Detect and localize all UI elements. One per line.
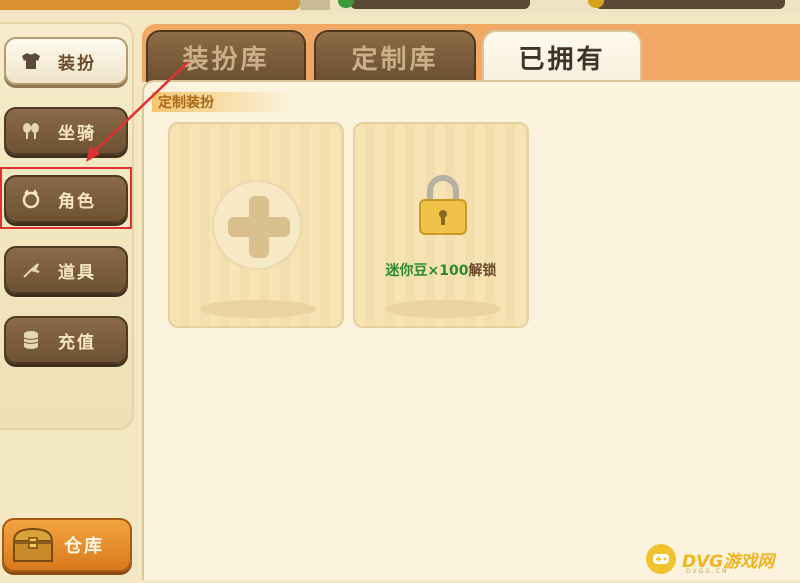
- site-watermark: DVG游戏网 DVGG.CN: [646, 540, 796, 578]
- treasure-chest-icon: [12, 527, 54, 562]
- sidebar-item-props[interactable]: 道具: [4, 246, 128, 294]
- tab-label: 装扮库: [182, 44, 270, 75]
- locked-slot-card[interactable]: 迷你豆×100解锁: [353, 122, 529, 328]
- sidebar-item-outfit[interactable]: 装扮: [4, 37, 128, 85]
- resource-slot-gold[interactable]: [595, 0, 785, 9]
- gamepad-icon: [646, 544, 676, 574]
- unlock-price-text: 迷你豆×100解锁: [355, 260, 527, 280]
- sidebar-item-recharge[interactable]: 充值: [4, 316, 128, 364]
- sidebar-item-label: 道具: [58, 262, 96, 283]
- lock-icon: [419, 175, 467, 235]
- coins-icon: [20, 329, 42, 351]
- resource-bar: [0, 0, 800, 14]
- warehouse-button[interactable]: 仓库: [2, 518, 132, 572]
- resource-slot-green[interactable]: [350, 0, 530, 9]
- watermark-subtext: DVGG.CN: [686, 568, 729, 575]
- sidebar-item-label: 装扮: [58, 53, 96, 74]
- add-custom-outfit-card[interactable]: [168, 122, 344, 328]
- tab-owned[interactable]: 已拥有: [482, 30, 642, 82]
- plus-icon: [212, 180, 302, 270]
- card-pedestal: [200, 300, 316, 318]
- warehouse-label: 仓库: [64, 536, 104, 557]
- tab-custom-library[interactable]: 定制库: [314, 30, 476, 82]
- sidebar-item-label: 充值: [58, 332, 96, 353]
- tab-label: 已拥有: [518, 44, 606, 75]
- tutorial-highlight-box: [0, 167, 132, 229]
- unlock-amount: ×100: [427, 263, 469, 279]
- section-title: 定制装扮: [152, 92, 292, 112]
- tab-label: 定制库: [351, 44, 439, 75]
- item-icon: [20, 259, 42, 281]
- unlock-currency: 迷你豆: [385, 263, 428, 279]
- resource-bar-left: [0, 0, 300, 10]
- card-pedestal: [385, 300, 501, 318]
- sidebar-item-label: 坐骑: [58, 123, 96, 144]
- mount-icon: [20, 120, 42, 142]
- shirt-icon: [20, 50, 42, 72]
- resource-bar-divider: [300, 0, 330, 10]
- unlock-action: 解锁: [468, 263, 497, 279]
- tab-outfit-library[interactable]: 装扮库: [146, 30, 306, 82]
- sidebar-item-mount[interactable]: 坐骑: [4, 107, 128, 155]
